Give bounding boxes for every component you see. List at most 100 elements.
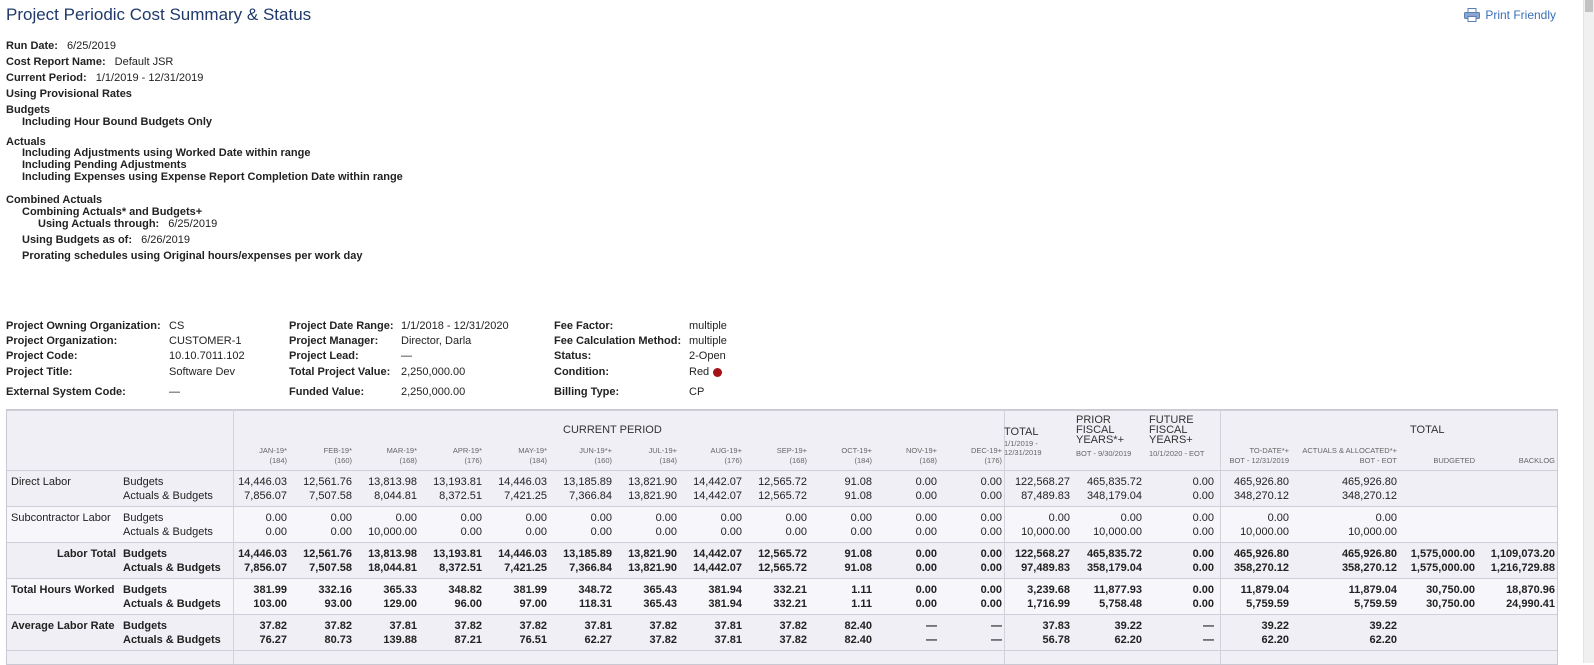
row-budgets-label: Budgets: [123, 476, 164, 488]
project-field-value: multiple: [689, 320, 727, 332]
report-info-line: Prorating schedules using Original hours…: [6, 250, 362, 262]
cost-summary-table: CURRENT PERIOD TOTAL 1/1/2019 - 12/31/2019…: [6, 409, 1558, 665]
print-friendly-label: Print Friendly: [1485, 8, 1556, 22]
report-info-line: Including Adjustments using Worked Date …: [6, 147, 310, 159]
project-field-label: Project Owning Organization:: [6, 320, 161, 332]
table-cell: 11,877.93: [1093, 584, 1142, 596]
project-field-value: CP: [689, 386, 705, 398]
table-cell: 5,759.59: [1246, 598, 1289, 610]
report-info-label: Combined Actuals: [6, 194, 103, 206]
report-info-line: Combining Actuals* and Budgets+: [6, 206, 202, 218]
table-cell: 348,179.04: [1086, 490, 1142, 502]
month-days: (184): [269, 456, 287, 465]
report-info-line: Run Date: 6/25/2019: [6, 40, 116, 52]
report-info-label: Run Date:: [6, 40, 58, 52]
table-cell: 24,990.41: [1506, 598, 1555, 610]
table-cell: 0.00: [1267, 512, 1289, 524]
total-header: TOTAL: [1410, 424, 1445, 436]
month-days: (184): [659, 456, 677, 465]
table-cell: 0.00: [1192, 526, 1214, 538]
row-divider: [7, 614, 1557, 615]
row-divider: [7, 470, 1557, 471]
row-category: Average Labor Rate: [11, 620, 115, 632]
row-actuals-label: Actuals & Budgets: [123, 490, 213, 502]
report-info-label: Including Expenses using Expense Report …: [22, 171, 403, 183]
table-cell: 10,000.00: [1240, 526, 1289, 538]
row-budgets-label: Budgets: [123, 620, 167, 632]
row-divider: [7, 410, 1557, 411]
table-cell: 39.22: [1369, 620, 1397, 632]
report-info-line: Using Actuals through: 6/25/2019: [6, 218, 217, 230]
month-header: JUN-19*+: [579, 446, 612, 455]
project-field-value: 2,250,000.00: [401, 386, 466, 398]
report-info-line: Including Hour Bound Budgets Only: [6, 116, 212, 128]
table-cell: 62.20: [1114, 634, 1142, 646]
report-info-value: Default JSR: [111, 56, 174, 68]
table-cell: 97,489.83: [1021, 562, 1070, 574]
report-info-label: Current Period:: [6, 72, 87, 84]
table-cell: 30,750.00: [1426, 598, 1475, 610]
table-cell: 0.00: [1120, 512, 1142, 524]
project-field-label: Billing Type:: [554, 386, 620, 398]
table-cell: 465,926.80: [1233, 476, 1289, 488]
row-budgets-label: Budgets: [123, 584, 167, 596]
row-divider: [7, 542, 1557, 543]
table-cell: 3,239.68: [1027, 584, 1070, 596]
row-actuals-label: Actuals & Budgets: [123, 526, 213, 538]
project-field-value: —: [169, 386, 180, 398]
month-days: (184): [529, 456, 547, 465]
report-info-label: Using Actuals through:: [38, 218, 160, 230]
report-info-value: 6/25/2019: [63, 40, 116, 52]
summary-column-sub: BOT - 12/31/2019: [1229, 456, 1289, 465]
table-cell: 358,270.12: [1233, 562, 1289, 574]
project-field-label: Project Lead:: [289, 350, 359, 362]
month-header: JUL-19+: [648, 446, 677, 455]
table-cell: 465,926.80: [1233, 548, 1289, 560]
project-field-label: Condition:: [554, 366, 609, 378]
table-cell: 62.20: [1261, 634, 1289, 646]
project-field-value: —: [401, 350, 412, 362]
report-info-line: Current Period: 1/1/2019 - 12/31/2019: [6, 72, 203, 84]
month-days: (168): [919, 456, 937, 465]
summary-column-header: ACTUALS & ALLOCATED*+: [1302, 446, 1397, 455]
report-info-line: Cost Report Name: Default JSR: [6, 56, 173, 68]
month-header: APR-19*: [452, 446, 482, 455]
project-field-label: Fee Factor:: [554, 320, 614, 332]
table-cell: 87,489.83: [1021, 490, 1070, 502]
month-header: FEB-19*: [323, 446, 352, 455]
project-field-label: Project Date Range:: [289, 320, 394, 332]
project-field-value: 1/1/2018 - 12/31/2020: [401, 320, 509, 332]
project-field-value: 2,250,000.00: [401, 366, 466, 378]
table-cell: 0.00: [1192, 476, 1214, 488]
table-cell: 62.20: [1369, 634, 1397, 646]
row-budgets-label: Budgets: [123, 512, 164, 524]
project-field-value: CS: [169, 320, 185, 332]
print-friendly-link[interactable]: Print Friendly: [1464, 8, 1556, 22]
table-cell: 0.00: [1375, 512, 1397, 524]
table-cell: 348,270.12: [1341, 490, 1397, 502]
table-cell: 0.00: [1048, 512, 1070, 524]
table-cell: 0.00: [1192, 584, 1214, 596]
row-category: Direct Labor: [11, 476, 71, 488]
summary-column-header: TO-DATE*+: [1249, 446, 1289, 455]
table-cell: 56.78: [1042, 634, 1070, 646]
month-days: (176): [724, 456, 742, 465]
report-info-label: Using Budgets as of:: [22, 234, 133, 246]
table-cell: 1,575,000.00: [1410, 548, 1475, 560]
month-header: JAN-19*: [259, 446, 287, 455]
total-period-sub: 1/1/2019 - 12/31/2019: [1004, 439, 1042, 457]
table-cell: 465,926.80: [1341, 476, 1397, 488]
project-field-label: Status:: [554, 350, 592, 362]
table-cell: 5,759.59: [1354, 598, 1397, 610]
table-cell: 0.00: [1192, 562, 1214, 574]
table-cell: 465,926.80: [1341, 548, 1397, 560]
project-field-label: External System Code:: [6, 386, 126, 398]
table-cell: 10,000.00: [1348, 526, 1397, 538]
table-cell: 358,179.04: [1086, 562, 1142, 574]
table-cell: 37.83: [1042, 620, 1070, 632]
row-category: Labor Total: [57, 548, 117, 560]
vertical-scrollbar[interactable]: [1583, 0, 1594, 663]
table-cell: 122,568.27: [1014, 548, 1070, 560]
row-divider: [7, 578, 1557, 579]
report-info-line: Using Provisional Rates: [6, 88, 132, 100]
